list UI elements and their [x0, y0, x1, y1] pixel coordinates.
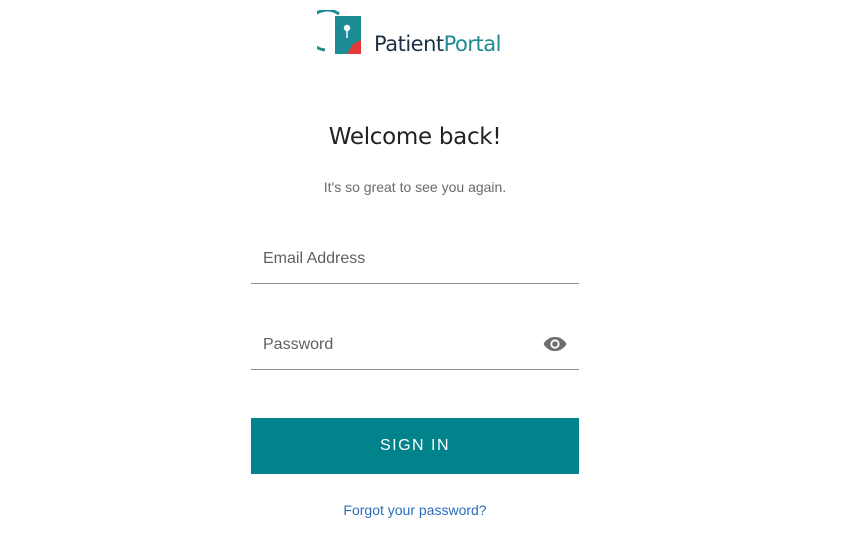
sign-in-button[interactable]: SIGN IN	[251, 418, 579, 474]
patient-portal-logo-icon	[317, 10, 361, 54]
eye-icon[interactable]	[543, 335, 567, 353]
password-field[interactable]	[251, 329, 579, 369]
forgot-password-link[interactable]: Forgot your password?	[0, 502, 830, 518]
password-field-container	[251, 329, 579, 370]
login-page: PatientPortal Welcome back! It's so grea…	[0, 0, 853, 549]
brand-name-part2: Portal	[443, 32, 502, 56]
brand-name: PatientPortal	[374, 32, 501, 56]
email-field-container	[251, 243, 579, 284]
brand-name-part1: Patient	[374, 32, 444, 56]
brand-logo: PatientPortal	[317, 10, 501, 58]
page-title: Welcome back!	[328, 124, 502, 150]
email-field[interactable]	[251, 243, 579, 283]
page-subtitle: It's so great to see you again.	[323, 179, 507, 195]
